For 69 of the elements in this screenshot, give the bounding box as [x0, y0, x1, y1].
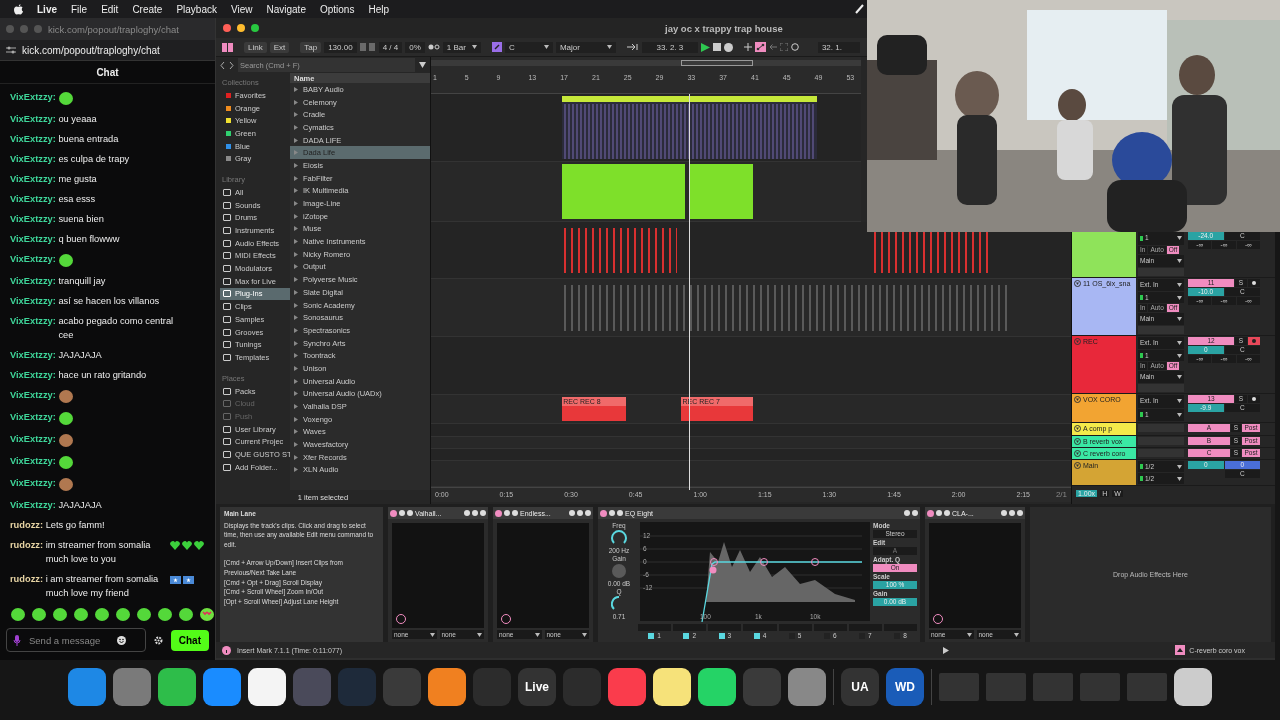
- menu-item[interactable]: Edit: [101, 3, 119, 15]
- chat-username[interactable]: VixExtzzy:: [10, 114, 56, 124]
- chat-message-text: acabo pegado como central cee: [58, 315, 175, 342]
- chat-username[interactable]: VixExtzzy:: [10, 194, 56, 204]
- chat-header: Chat: [96, 66, 119, 78]
- menu-item[interactable]: Help: [368, 3, 389, 15]
- app-menu[interactable]: Live: [37, 3, 57, 15]
- groove-field[interactable]: 0%: [405, 41, 425, 53]
- menu-item[interactable]: View: [230, 3, 253, 15]
- key-dropdown[interactable]: C: [504, 41, 553, 53]
- chat-message-text: ou yeaaa: [58, 113, 97, 126]
- loop-start-field[interactable]: 32. 1.: [817, 41, 860, 53]
- menu-item[interactable]: Options: [319, 3, 355, 15]
- chat-username[interactable]: VixExtzzy:: [10, 174, 56, 184]
- chat-message-text: JAJAJAJA: [58, 349, 102, 362]
- menu-item[interactable]: Playback: [176, 3, 217, 15]
- chat-username[interactable]: VixExtzzy:: [10, 350, 56, 360]
- chat-username[interactable]: VixExtzzy:: [10, 234, 56, 244]
- app-icon[interactable]: Live: [518, 668, 556, 706]
- link-button[interactable]: Link: [244, 41, 267, 53]
- scale-dropdown[interactable]: Major: [555, 41, 616, 53]
- chat-message-text: i am streamer from somalia much love my friend: [45, 573, 160, 600]
- chat-username[interactable]: VixExtzzy:: [10, 390, 56, 401]
- chat-message-text: me gusta: [58, 173, 97, 186]
- quantize-dropdown[interactable]: 1 Bar: [442, 41, 481, 53]
- chat-message-text: buena entrada: [58, 133, 119, 146]
- chat-message-text: im streamer from somalia much love to you: [45, 539, 152, 566]
- tap-button[interactable]: Tap: [300, 41, 322, 53]
- chat-message-text: es culpa de trapy: [58, 153, 130, 166]
- chat-username[interactable]: rudozz:: [10, 574, 44, 584]
- chat-message-text: q buen flowww: [58, 233, 120, 246]
- chat-message-text: esa esss: [58, 193, 96, 206]
- window-title: kick.com/popout/traploghy/chat: [48, 23, 179, 35]
- chat-username[interactable]: VixExtzzy:: [10, 92, 56, 103]
- chat-username[interactable]: VixExtzzy:: [10, 154, 56, 164]
- chat-username[interactable]: VixExtzzy:: [10, 456, 56, 467]
- chat-message-text: hace un rato gritando: [58, 369, 147, 382]
- chat-username[interactable]: rudozz:: [10, 520, 44, 530]
- chat-username[interactable]: VixExtzzy:: [10, 434, 56, 445]
- app-icon[interactable]: WD: [886, 668, 924, 706]
- message-field[interactable]: Send a message: [6, 628, 146, 652]
- menu-item[interactable]: Navigate: [266, 3, 306, 15]
- chat-username[interactable]: VixExtzzy:: [10, 316, 56, 326]
- menu-item[interactable]: File: [71, 3, 88, 15]
- chat-username[interactable]: VixExtzzy:: [10, 214, 56, 224]
- chat-username[interactable]: VixExtzzy:: [10, 134, 56, 144]
- tempo-field[interactable]: 130.00: [324, 41, 357, 53]
- chat-username[interactable]: VixExtzzy:: [10, 478, 56, 489]
- chat-message-text: JAJAJAJA: [58, 499, 102, 512]
- zoom-label: 2/1: [1055, 490, 1067, 499]
- chat-username[interactable]: VixExtzzy:: [10, 276, 56, 286]
- position-field[interactable]: 33. 2. 3: [641, 41, 698, 53]
- menu-item[interactable]: Create: [132, 3, 163, 15]
- ext-button[interactable]: Ext: [269, 41, 290, 53]
- chat-message-text: tranquill jay: [58, 275, 106, 288]
- chat-username[interactable]: rudozz:: [10, 540, 44, 550]
- chat-send-button[interactable]: Chat: [170, 629, 209, 651]
- chat-username[interactable]: VixExtzzy:: [10, 370, 56, 380]
- chat-username[interactable]: VixExtzzy:: [10, 296, 56, 306]
- chat-username[interactable]: VixExtzzy:: [10, 254, 56, 265]
- message-input[interactable]: Send a message: [27, 633, 111, 647]
- chat-username[interactable]: VixExtzzy:: [10, 500, 56, 510]
- chat-message-text: suena bien: [58, 213, 104, 226]
- chat-username[interactable]: VixExtzzy:: [10, 412, 56, 423]
- chat-message-text: así se hacen los villanos: [58, 295, 160, 308]
- app-icon[interactable]: UA: [841, 668, 879, 706]
- chat-message-text: Lets go famm!: [45, 519, 105, 532]
- window-title: jay oc x trappy trap house: [665, 22, 783, 34]
- time-signature-field[interactable]: 4 / 4: [378, 41, 403, 53]
